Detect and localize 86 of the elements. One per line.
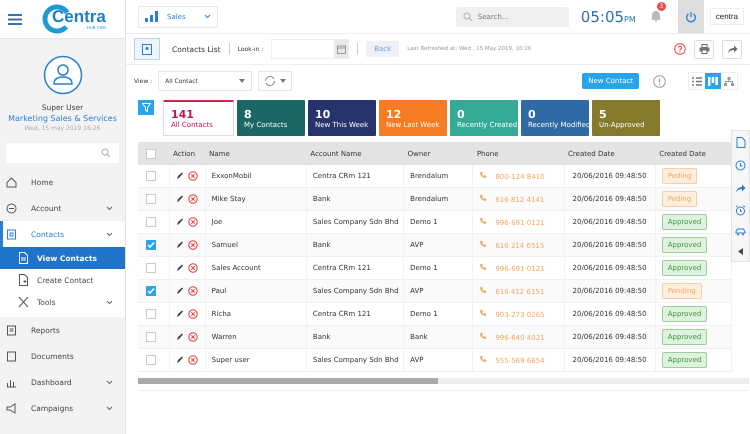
power-button[interactable] <box>678 0 704 33</box>
horizontal-scrollbar[interactable] <box>138 378 749 384</box>
print-button[interactable] <box>694 40 714 58</box>
filter-button[interactable] <box>138 100 154 115</box>
caret-icon <box>280 79 286 83</box>
help-icon[interactable] <box>674 43 686 55</box>
hierarchy-icon <box>724 76 734 86</box>
clock: 05:05PM <box>580 8 636 26</box>
filter-icon <box>142 103 150 112</box>
search-icon <box>101 148 111 158</box>
edit-icon[interactable] <box>176 264 184 272</box>
row-checkbox[interactable] <box>146 286 156 296</box>
share-button[interactable] <box>722 40 742 58</box>
delete-icon[interactable] <box>188 217 198 227</box>
list-icon <box>692 76 702 86</box>
phone-icon <box>479 332 488 340</box>
sidebar-search-field[interactable] <box>6 143 119 163</box>
row-checkbox[interactable] <box>146 217 156 227</box>
car-icon[interactable] <box>735 228 746 236</box>
user-avatar-icon <box>42 55 82 95</box>
tools-icon <box>18 296 29 308</box>
delete-icon[interactable] <box>188 309 198 319</box>
bell-icon[interactable] <box>650 9 662 22</box>
document-icon <box>18 274 29 286</box>
phone-icon <box>479 171 488 179</box>
collapse-arrow-icon[interactable] <box>738 248 743 255</box>
columns-icon <box>708 76 718 86</box>
edit-icon[interactable] <box>176 287 184 295</box>
edit-icon[interactable] <box>176 218 184 226</box>
share-arrow-icon <box>726 44 738 54</box>
refresh-dropdown[interactable] <box>258 71 292 91</box>
phone-icon <box>479 286 488 294</box>
bar-chart-icon <box>145 11 159 22</box>
delete-icon[interactable] <box>188 332 198 342</box>
edit-icon[interactable] <box>176 195 184 203</box>
kanban-view-button[interactable] <box>705 73 721 89</box>
phone-icon <box>479 217 488 225</box>
delete-icon[interactable] <box>188 355 198 365</box>
delete-icon[interactable] <box>188 194 198 204</box>
info-icon[interactable] <box>653 74 666 88</box>
row-checkbox[interactable] <box>146 194 156 204</box>
menu-icon[interactable] <box>8 14 22 24</box>
share-arrow-icon[interactable] <box>735 183 746 193</box>
nav-icon <box>6 324 17 336</box>
row-checkbox[interactable] <box>146 171 156 181</box>
row-checkbox[interactable] <box>146 309 156 319</box>
caret-icon <box>239 79 246 83</box>
history-icon[interactable] <box>735 160 746 171</box>
printer-icon <box>698 44 710 54</box>
chevron-down-icon <box>204 14 211 19</box>
alarm-clock-icon[interactable] <box>735 205 746 216</box>
edit-icon[interactable] <box>176 310 184 318</box>
row-checkbox[interactable] <box>146 263 156 273</box>
logo: centra <box>710 8 744 25</box>
delete-icon[interactable] <box>188 240 198 250</box>
document-icon <box>18 252 29 264</box>
search-icon <box>462 12 473 22</box>
delete-icon[interactable] <box>188 263 198 273</box>
nav-icon <box>6 228 17 240</box>
phone-icon <box>479 194 488 202</box>
delete-icon[interactable] <box>188 171 198 181</box>
row-checkbox[interactable] <box>146 332 156 342</box>
edit-icon[interactable] <box>176 172 184 180</box>
phone-icon <box>479 240 488 248</box>
nav-icon <box>6 176 17 188</box>
select-all-checkbox[interactable] <box>146 148 156 158</box>
edit-icon[interactable] <box>176 241 184 249</box>
contact-card-button[interactable] <box>134 38 160 60</box>
date-field[interactable] <box>271 39 350 59</box>
edit-icon[interactable] <box>176 356 184 364</box>
phone-icon <box>479 263 488 271</box>
document-icon[interactable] <box>736 137 746 148</box>
refresh-icon <box>264 75 276 87</box>
nav-icon <box>6 350 17 362</box>
nav-icon <box>6 402 17 414</box>
edit-icon[interactable] <box>176 333 184 341</box>
phone-icon <box>479 355 488 363</box>
delete-icon[interactable] <box>188 286 198 296</box>
row-checkbox[interactable] <box>146 355 156 365</box>
user-department: Marketing Sales & Services <box>8 114 117 123</box>
nav-icon <box>6 202 17 214</box>
calendar-icon <box>336 44 346 54</box>
phone-icon <box>479 309 488 317</box>
contact-card-icon <box>142 44 152 54</box>
row-checkbox[interactable] <box>146 240 156 250</box>
power-icon <box>684 10 697 22</box>
